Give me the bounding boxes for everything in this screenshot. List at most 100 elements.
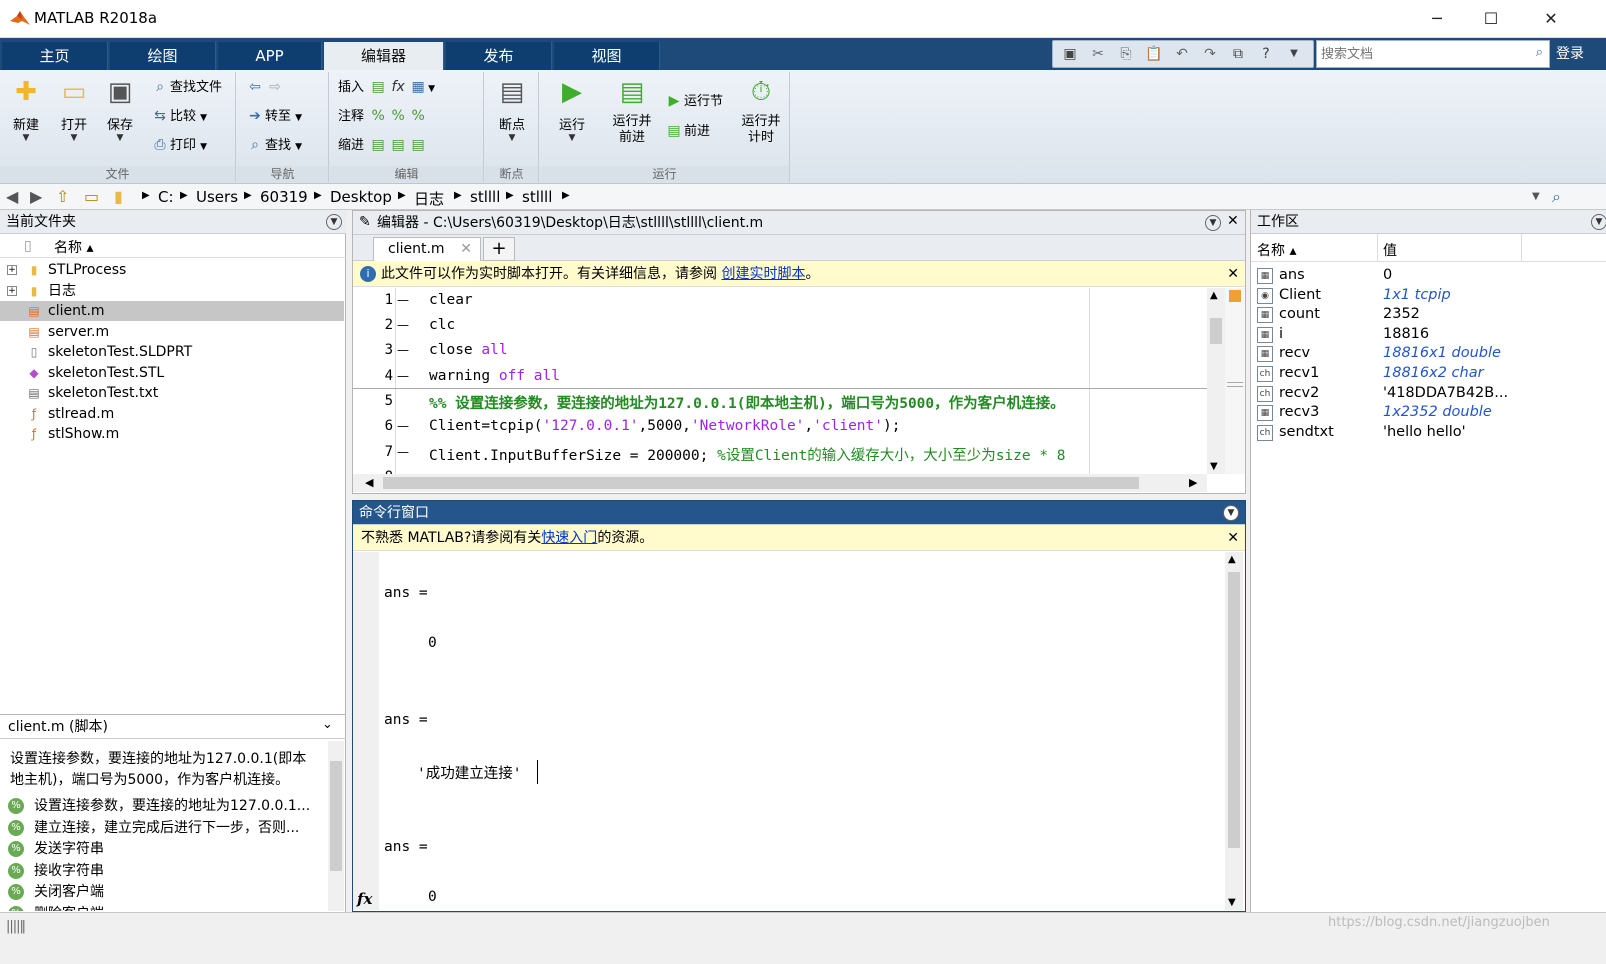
outline-item[interactable]: % 关闭客户端 (8, 881, 104, 903)
open-button[interactable]: ▭ 打开 ▼ (52, 76, 96, 143)
search-input[interactable] (1317, 41, 1517, 67)
close-icon[interactable]: ✕ (1227, 213, 1239, 229)
breadcrumb-item[interactable]: Users (196, 188, 238, 206)
find-files-button[interactable]: ⌕ 查找文件 (150, 76, 222, 98)
indent-button[interactable]: 缩进 ▤ ▤ ▤ (338, 134, 428, 156)
breadcrumb-item[interactable]: Desktop (330, 188, 392, 206)
tab-close-icon[interactable]: ✕ (460, 238, 472, 260)
variable-row[interactable]: ▦ i 18816 (1251, 325, 1605, 345)
variable-row[interactable]: ▦ recv 18816x1 double (1251, 344, 1605, 364)
close-button[interactable]: ✕ (1536, 6, 1566, 32)
undo-icon[interactable]: ↶ (1173, 45, 1191, 63)
command-output[interactable]: ans = 0 ans = '成功建立连接' ans = 0 (379, 552, 1225, 910)
browse-folder-icon[interactable]: ▭ (84, 187, 99, 206)
run-and-advance-button[interactable]: ▤ 运行并 前进 (606, 76, 658, 146)
editor-hscrollbar[interactable]: ◀ ▶ (353, 474, 1207, 492)
breakpoints-button[interactable]: ▤ 断点 ▼ (490, 76, 534, 143)
login-button[interactable]: 登录 (1556, 42, 1584, 66)
print-button[interactable]: ⎙ 打印 ▼ (150, 134, 207, 156)
cut-icon[interactable]: ✂ (1089, 45, 1107, 63)
run-button[interactable]: ▶ 运行 ▼ (550, 76, 594, 143)
find-button[interactable]: ⌕ 查找 ▼ (245, 134, 302, 156)
compare-button[interactable]: ⇆ 比较 ▼ (150, 105, 207, 127)
variable-row[interactable]: ch sendtxt 'hello hello' (1251, 423, 1605, 443)
file-item[interactable]: ƒ stlShow.m (0, 424, 344, 444)
code-area[interactable]: 1— clear 2— clc 3— close all 4— warning … (353, 288, 1207, 474)
expand-icon[interactable]: + (7, 285, 17, 296)
file-item[interactable]: ƒ stlread.m (0, 404, 344, 424)
redo-icon[interactable]: ↷ (1201, 45, 1219, 63)
maximize-button[interactable]: ☐ (1476, 6, 1506, 32)
outline-item[interactable]: %删除客户端 (8, 903, 104, 911)
outline-item[interactable]: % 设置连接参数，要连接的地址为127.0.0.1... (8, 795, 310, 817)
breadcrumb-item[interactable]: stllll (470, 188, 500, 206)
details-scrollbar[interactable] (328, 741, 344, 911)
command-scrollbar[interactable]: ▲ ▼ (1225, 552, 1243, 910)
file-item[interactable]: ▯ skeletonTest.SLDPRT (0, 342, 344, 362)
column-value[interactable]: 值 (1383, 240, 1397, 260)
goto-button[interactable]: ➔ 转至 ▼ (245, 105, 302, 127)
new-tab-button[interactable]: + (483, 237, 515, 261)
fx-icon[interactable]: fx (357, 890, 372, 908)
getting-started-link[interactable]: 快速入门 (541, 530, 597, 546)
switch-windows-icon[interactable]: ⧉ (1229, 45, 1247, 63)
tab-home[interactable]: 主页 (2, 42, 108, 70)
tab-apps[interactable]: APP (218, 42, 322, 70)
close-notice-icon[interactable]: ✕ (1227, 261, 1239, 287)
column-name[interactable]: 名称 ▴ (1257, 240, 1296, 260)
comment-button[interactable]: 注释 %%% (338, 105, 428, 127)
editor-tab-client[interactable]: client.m ✕ (373, 237, 481, 261)
variable-row[interactable]: ◉ Client 1x1 tcpip (1251, 286, 1605, 306)
variable-row[interactable]: ▦ count 2352 (1251, 305, 1605, 325)
panel-actions-icon[interactable]: ▼ (1223, 505, 1239, 521)
outline-item[interactable]: % 接收字符串 (8, 860, 104, 882)
warning-indicator-icon[interactable] (1229, 290, 1241, 302)
tab-view[interactable]: 视图 (554, 42, 660, 70)
breadcrumb-item[interactable]: 日志 (414, 188, 444, 209)
back-forward-buttons[interactable]: ⇦ ⇨ (245, 76, 285, 98)
file-item[interactable]: + ▮ 日志 (0, 281, 344, 301)
search-icon[interactable]: ⌕ (1536, 45, 1543, 60)
advance-button[interactable]: ▤ 前进 (664, 120, 710, 142)
minimize-button[interactable]: ─ (1422, 6, 1452, 32)
root-folder-icon[interactable]: ▮ (114, 187, 123, 206)
breadcrumb-item[interactable]: 60319 (260, 188, 308, 206)
panel-actions-icon[interactable]: ▼ (1205, 215, 1221, 231)
copy-icon[interactable]: ⎘ (1117, 45, 1135, 63)
file-item[interactable]: + ▮ STLProcess (0, 260, 344, 280)
paste-icon[interactable]: 📋 (1145, 45, 1163, 63)
back-icon[interactable]: ◀ (6, 187, 18, 206)
tab-plots[interactable]: 绘图 (110, 42, 216, 70)
editor-vscrollbar[interactable]: ▲ ▼ (1207, 288, 1225, 474)
file-item[interactable]: ▤ client.m (0, 301, 344, 321)
breadcrumb-item[interactable]: C: (158, 188, 174, 206)
tab-editor[interactable]: 编辑器 (324, 42, 444, 70)
run-section-button[interactable]: ▶ 运行节 (664, 90, 723, 112)
run-and-time-button[interactable]: ⏱ 运行并 计时 (736, 76, 786, 146)
variable-row[interactable]: ▦ ans 0 (1251, 266, 1605, 286)
variable-row[interactable]: ▦ recv3 1x2352 double (1251, 403, 1605, 423)
expand-icon[interactable]: + (7, 265, 17, 275)
help-icon[interactable]: ? (1257, 45, 1275, 63)
file-item[interactable]: ▤ skeletonTest.txt (0, 383, 344, 403)
panel-actions-icon[interactable]: ▼ (326, 214, 342, 230)
file-item[interactable]: ◆ skeletonTest.STL (0, 363, 344, 383)
tab-publish[interactable]: 发布 (446, 42, 552, 70)
file-item[interactable]: ▤ server.m (0, 322, 344, 342)
new-button[interactable]: ✚ 新建 ▼ (4, 76, 48, 143)
outline-item[interactable]: % 发送字符串 (8, 838, 104, 860)
column-name[interactable]: 名称 ▴ (54, 237, 93, 257)
search-folder-icon[interactable]: ⌕ (1552, 187, 1561, 207)
insert-button[interactable]: 插入 ▤ fx ▦ ▼ (338, 76, 435, 98)
close-notice-icon[interactable]: ✕ (1227, 525, 1239, 551)
panel-actions-icon[interactable]: ▼ (1591, 214, 1606, 230)
address-dropdown-icon[interactable]: ▼ (1532, 191, 1540, 202)
save-button[interactable]: ▣ 保存 ▼ (98, 76, 142, 143)
create-live-script-link[interactable]: 创建实时脚本 (721, 266, 805, 282)
variable-row[interactable]: ch recv2 '418DDA7B42B... (1251, 384, 1605, 404)
up-folder-icon[interactable]: ⇧ (56, 187, 69, 206)
dropdown-icon[interactable]: ▼ (1285, 45, 1303, 63)
variable-row[interactable]: ch recv1 18816x2 char (1251, 364, 1605, 384)
save-icon[interactable]: ▣ (1061, 45, 1079, 63)
breadcrumb-item[interactable]: stllll (522, 188, 552, 206)
